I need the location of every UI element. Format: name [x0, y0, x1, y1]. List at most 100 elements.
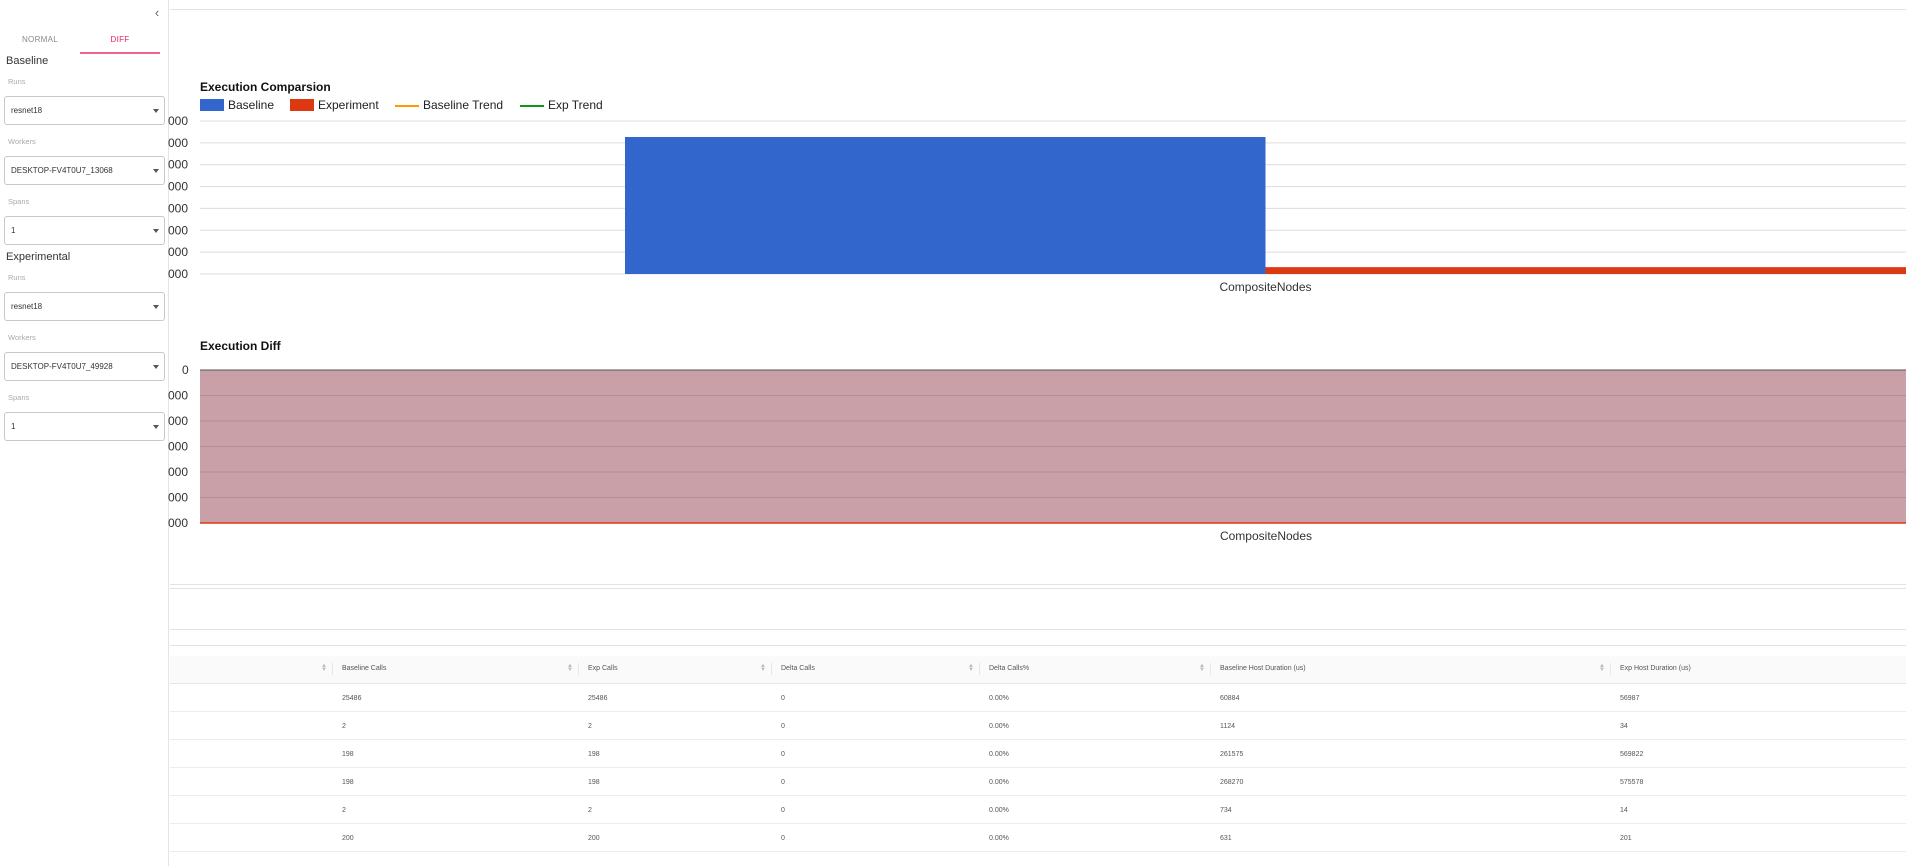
experimental-runs-value: resnet18: [11, 302, 43, 311]
table-cell: 0: [781, 751, 785, 758]
column-separator: [332, 663, 333, 675]
table-cell: 0.00%: [989, 723, 1009, 730]
y-tick-label: 000: [168, 465, 188, 479]
baseline-runs-label: Runs: [8, 77, 26, 86]
chevron-left-icon[interactable]: ‹: [150, 5, 164, 21]
dropdown-caret-icon: [153, 305, 159, 309]
table-cell: 0.00%: [989, 751, 1009, 758]
column-header[interactable]: Baseline Calls: [342, 665, 386, 672]
y-tick-label: 0: [182, 363, 189, 377]
experimental-spans-select[interactable]: 1: [4, 412, 165, 441]
table-cell: 198: [342, 779, 354, 786]
baseline-workers-value: DESKTOP-FV4T0U7_13068: [11, 166, 113, 175]
column-separator: [1610, 663, 1611, 675]
table-cell: 0: [781, 835, 785, 842]
experimental-workers-select[interactable]: DESKTOP-FV4T0U7_49928: [4, 352, 165, 381]
experimental-spans-value: 1: [11, 422, 16, 431]
table-cell: 200: [342, 835, 354, 842]
baseline-section-title: Baseline: [6, 55, 49, 67]
main-content: Execution Comparsion Baseline Experiment…: [168, 0, 1906, 866]
dropdown-caret-icon: [153, 425, 159, 429]
baseline-workers-select[interactable]: DESKTOP-FV4T0U7_13068: [4, 156, 165, 185]
experimental-section-title: Experimental: [6, 251, 71, 263]
divider: [170, 584, 1906, 585]
table-cell: 1124: [1220, 723, 1236, 730]
table-cell: 14: [1620, 807, 1628, 814]
diff-chart: 0000000000000000000CompositeNodes: [168, 363, 1906, 543]
table-header: ▲ ▼ Baseline Calls ▲ ▼ Exp Calls ▲ ▼ Delta …: [170, 656, 1906, 684]
x-tick-label: CompositeNodes: [1220, 529, 1312, 543]
experimental-workers-label: Workers: [8, 333, 36, 342]
table-cell: 569822: [1620, 751, 1644, 758]
table-cell: 631: [1220, 835, 1232, 842]
table-cell: 2: [588, 723, 592, 730]
table-row[interactable]: 198 198 0 0.00% 261575 569822: [170, 740, 1906, 768]
table-cell: 261575: [1220, 751, 1244, 758]
baseline-runs-select[interactable]: resnet18: [4, 96, 165, 125]
divider: [170, 588, 1906, 589]
table-cell: 0.00%: [989, 835, 1009, 842]
table-cell: 34: [1620, 723, 1628, 730]
sort-icon[interactable]: ▲ ▼: [1199, 663, 1205, 673]
table-cell: 0: [781, 807, 785, 814]
tab-normal[interactable]: NORMAL: [0, 32, 80, 56]
divider: [170, 645, 1906, 646]
sort-icon[interactable]: ▲ ▼: [760, 663, 766, 673]
column-separator: [578, 663, 579, 675]
experimental-runs-select[interactable]: resnet18: [4, 292, 165, 321]
sort-icon[interactable]: ▲ ▼: [567, 663, 573, 673]
experimental-workers-value: DESKTOP-FV4T0U7_49928: [11, 362, 113, 371]
table-cell: 198: [588, 779, 600, 786]
table-cell: 201: [1620, 835, 1632, 842]
column-header[interactable]: Exp Host Duration (us): [1620, 665, 1691, 672]
table-cell: 0.00%: [989, 779, 1009, 786]
experimental-runs-label: Runs: [8, 273, 26, 282]
dropdown-caret-icon: [153, 365, 159, 369]
table-cell: 2: [588, 807, 592, 814]
experimental-spans-label: Spans: [8, 393, 30, 402]
y-tick-label: 000: [168, 414, 188, 428]
column-separator: [1210, 663, 1211, 675]
baseline-runs-value: resnet18: [11, 106, 43, 115]
table-cell: 0: [781, 695, 785, 702]
app-root: ‹ NORMAL DIFF Baseline Runs resnet18 Wor…: [0, 0, 1906, 866]
table-cell: 575578: [1620, 779, 1644, 786]
column-separator: [771, 663, 772, 675]
table-row[interactable]: 198 198 0 0.00% 268270 575578: [170, 768, 1906, 796]
table-cell: 25486: [342, 695, 362, 702]
table-row[interactable]: 25486 25486 0 0.00% 60884 56987: [170, 684, 1906, 712]
active-tab-indicator: [80, 52, 160, 54]
table-cell: 268270: [1220, 779, 1244, 786]
column-separator: [979, 663, 980, 675]
column-header[interactable]: Baseline Host Duration (us): [1220, 665, 1306, 672]
table-cell: 0: [781, 723, 785, 730]
dropdown-caret-icon: [153, 229, 159, 233]
table-cell: 734: [1220, 807, 1232, 814]
table-cell: 2: [342, 723, 346, 730]
table-row[interactable]: 2 2 0 0.00% 1124 34: [170, 712, 1906, 740]
baseline-spans-select[interactable]: 1: [4, 216, 165, 245]
y-tick-label: 000: [168, 440, 188, 454]
table-row[interactable]: 200 200 0 0.00% 631 201: [170, 824, 1906, 852]
column-header[interactable]: Delta Calls: [781, 665, 815, 672]
table-row[interactable]: 2 2 0 0.00% 734 14: [170, 796, 1906, 824]
table-cell: 198: [588, 751, 600, 758]
sort-icon[interactable]: ▲ ▼: [321, 663, 327, 673]
divider: [170, 629, 1906, 630]
sort-icon[interactable]: ▲ ▼: [1599, 663, 1605, 673]
y-tick-label: 000: [168, 491, 188, 505]
table-cell: 0.00%: [989, 807, 1009, 814]
column-header[interactable]: Delta Calls%: [989, 665, 1029, 672]
baseline-spans-label: Spans: [8, 197, 30, 206]
y-tick-label: 000: [168, 389, 188, 403]
sort-icon[interactable]: ▲ ▼: [968, 663, 974, 673]
sidebar: ‹ NORMAL DIFF Baseline Runs resnet18 Wor…: [0, 0, 169, 866]
table-cell: 198: [342, 751, 354, 758]
column-header[interactable]: Exp Calls: [588, 665, 618, 672]
table-cell: 2: [342, 807, 346, 814]
table-cell: 25486: [588, 695, 608, 702]
table-cell: 0.00%: [989, 695, 1009, 702]
y-tick-label: 000: [168, 516, 188, 530]
table-cell: 0: [781, 779, 785, 786]
baseline-spans-value: 1: [11, 226, 16, 235]
